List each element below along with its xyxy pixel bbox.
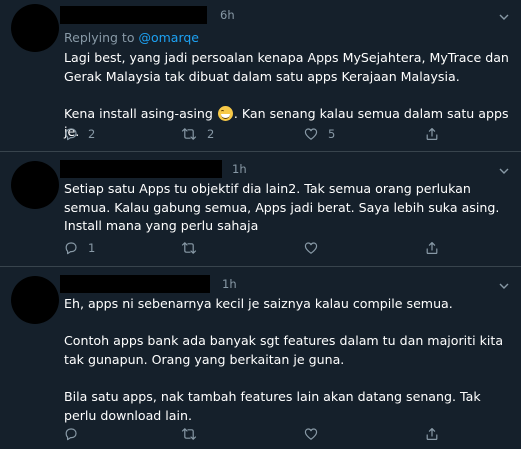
- share-button[interactable]: [425, 240, 439, 256]
- share-icon: [426, 128, 438, 140]
- avatar[interactable]: [11, 276, 59, 324]
- tweet-time[interactable]: 6h: [220, 8, 235, 22]
- share-icon: [426, 428, 438, 440]
- share-icon: [426, 242, 438, 254]
- reply-count: 2: [88, 127, 96, 141]
- tweet-text: Eh, apps ni sebenarnya kecil je saiznya …: [64, 295, 514, 425]
- tweet-actions: 2 2 5: [64, 126, 504, 142]
- tweet-actions: [64, 426, 504, 442]
- tweet-paragraph: Lagi best, yang jadi persoalan kenapa Ap…: [64, 50, 509, 84]
- reply-icon: [65, 128, 77, 141]
- redacted-name: [60, 275, 210, 293]
- reply-count: 1: [88, 241, 96, 255]
- chevron-down-icon[interactable]: [497, 164, 511, 178]
- chevron-down-icon[interactable]: [497, 279, 511, 293]
- tweet-text: Setiap satu Apps tu objektif dia lain2. …: [64, 180, 514, 236]
- tweet-time[interactable]: 1h: [222, 277, 237, 291]
- grinning-sweat-emoji: [217, 105, 233, 121]
- reply-button[interactable]: [64, 426, 88, 442]
- retweet-icon: [181, 242, 197, 254]
- heart-icon: [304, 128, 318, 140]
- tweet-paragraph: Setiap satu Apps tu objektif dia lain2. …: [64, 181, 500, 234]
- like-button[interactable]: [304, 426, 328, 442]
- like-button[interactable]: 5: [304, 126, 335, 142]
- replying-to-label: Replying to: [64, 30, 135, 45]
- like-count: 5: [328, 127, 336, 141]
- share-button[interactable]: [425, 126, 439, 142]
- reply-icon: [65, 428, 77, 441]
- tweet-text-segment: Kena install asing-asing: [64, 105, 213, 121]
- tweet-actions: 1: [64, 240, 504, 256]
- heart-icon: [304, 242, 318, 254]
- heart-icon: [304, 428, 318, 440]
- reply-icon: [65, 242, 77, 255]
- replying-to: Replying to @omarqe: [64, 30, 199, 45]
- tweet[interactable]: 1h Eh, apps ni sebenarnya kecil je saizn…: [0, 267, 521, 449]
- avatar[interactable]: [11, 4, 59, 52]
- replying-to-handle[interactable]: @omarqe: [138, 30, 199, 45]
- reply-button[interactable]: 1: [64, 240, 95, 256]
- retweet-button[interactable]: [181, 426, 207, 442]
- tweet-time[interactable]: 1h: [232, 162, 247, 176]
- avatar[interactable]: [11, 161, 59, 209]
- retweet-button[interactable]: 2: [181, 126, 214, 142]
- share-button[interactable]: [425, 426, 439, 442]
- redacted-name: [60, 160, 222, 178]
- retweet-icon: [181, 428, 197, 440]
- reply-button[interactable]: 2: [64, 126, 95, 142]
- tweet-paragraph: Bila satu apps, nak tambah features lain…: [64, 388, 481, 423]
- tweet-paragraph: Eh, apps ni sebenarnya kecil je saiznya …: [64, 296, 453, 311]
- retweet-count: 2: [207, 127, 215, 141]
- tweet[interactable]: 1h Setiap satu Apps tu objektif dia lain…: [0, 152, 521, 266]
- like-button[interactable]: [304, 240, 328, 256]
- tweet[interactable]: 6h Replying to @omarqe Lagi best, yang j…: [0, 0, 521, 151]
- retweet-button[interactable]: [181, 240, 207, 256]
- tweet-paragraph: Contoh apps bank ada banyak sgt features…: [64, 333, 504, 367]
- redacted-name: [60, 6, 207, 24]
- chevron-down-icon[interactable]: [497, 10, 511, 24]
- retweet-icon: [181, 128, 197, 140]
